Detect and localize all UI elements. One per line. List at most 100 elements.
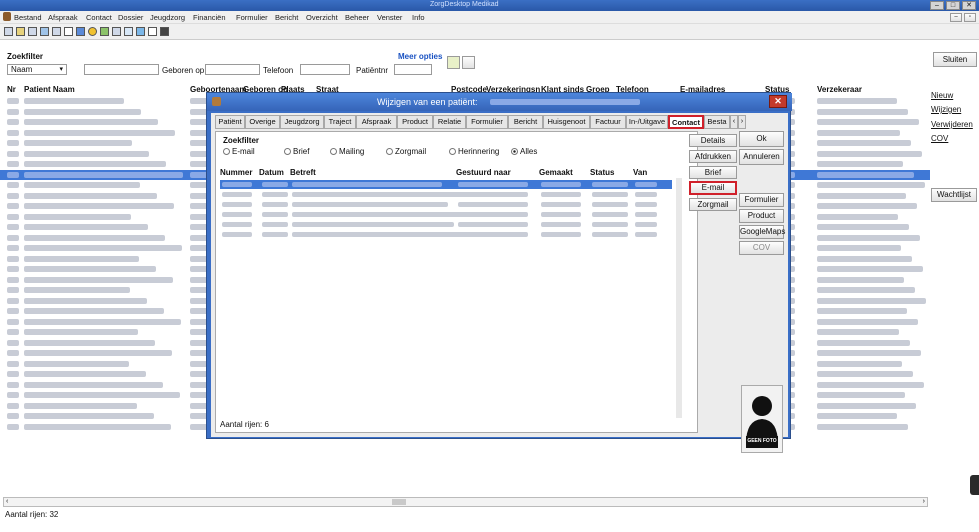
tab-patient[interactable]: Patiënt [215,115,245,129]
contact-row[interactable] [220,180,672,189]
scroll-thumb[interactable] [392,499,406,505]
tab-huisgenoot[interactable]: Huisgenoot [543,115,590,129]
col-status-contact[interactable]: Status [590,168,614,177]
tab-jeugdzorg[interactable]: Jeugdzorg [280,115,324,129]
col-gemaakt[interactable]: Gemaakt [539,168,573,177]
close-button[interactable]: Sluiten [933,52,977,67]
col-datum[interactable]: Datum [259,168,284,177]
menu-venster[interactable]: Venster [377,13,402,22]
tab-in-uitgave[interactable]: In-/Uitgave [626,115,668,129]
cov-dialog-button[interactable]: COV [739,241,784,255]
radio-mailing[interactable]: Mailing [330,147,364,156]
menu-formulier[interactable]: Formulier [236,13,268,22]
col-nummer[interactable]: Nummer [220,168,252,177]
tab-bericht[interactable]: Bericht [508,115,543,129]
blank-icon[interactable] [148,27,157,36]
tab-afspraak[interactable]: Afspraak [356,115,397,129]
new-patient-icon[interactable] [4,27,13,36]
radio-zorgmail[interactable]: Zorgmail [386,147,426,156]
maximize-button[interactable]: □ [946,1,960,10]
search-input[interactable] [84,64,159,75]
details-button[interactable]: Details [689,134,737,147]
googlemaps-button[interactable]: GoogleMaps [739,225,785,239]
horizontal-scrollbar[interactable]: ‹ › [3,497,928,507]
report-icon[interactable] [112,27,121,36]
tab-factuur[interactable]: Factuur [590,115,626,129]
contact-row[interactable] [220,200,672,209]
list-icon[interactable] [40,27,49,36]
tab-overige[interactable]: Overige [245,115,280,129]
menu-bericht[interactable]: Bericht [275,13,298,22]
contact-row[interactable] [220,220,672,229]
scroll-left-icon[interactable]: ‹ [6,498,8,505]
born-input[interactable] [205,64,260,75]
window-icon[interactable] [76,27,85,36]
tab-bestanden[interactable]: Besta [704,115,730,129]
filter-apply-icon[interactable] [447,56,460,69]
close-window-button[interactable]: ✕ [962,1,976,10]
dialog-close-button[interactable]: ✕ [769,95,787,108]
col-betreft[interactable]: Betreft [290,168,316,177]
scroll-right-icon[interactable]: › [923,498,925,505]
waitlist-button[interactable]: Wachtlijst [931,188,977,202]
tab-relatie[interactable]: Relatie [433,115,466,129]
minimize-button[interactable]: – [930,1,944,10]
smiley-icon[interactable] [88,27,97,36]
more-options-link[interactable]: Meer opties [398,52,442,61]
document-icon[interactable] [52,27,61,36]
side-handle[interactable] [970,475,979,495]
cancel-button[interactable]: Annuleren [739,149,784,165]
col-nr[interactable]: Nr [7,85,16,94]
menu-overzicht[interactable]: Overzicht [306,13,338,22]
menu-dossier[interactable]: Dossier [118,13,143,22]
calendar-icon[interactable] [16,27,25,36]
ok-button[interactable]: Ok [739,131,784,147]
patient-nr-input[interactable] [394,64,432,75]
menu-jeugdzorg[interactable]: Jeugdzorg [150,13,185,22]
phone-input[interactable] [300,64,350,75]
new-button[interactable]: Nieuw [931,91,953,100]
mail-icon[interactable] [136,27,145,36]
contact-scrollbar[interactable] [676,178,682,418]
tab-contact[interactable]: Contact [668,115,704,129]
contact-row[interactable] [220,210,672,219]
menu-beheer[interactable]: Beheer [345,13,369,22]
menu-info[interactable]: Info [412,13,425,22]
menu-contact[interactable]: Contact [86,13,112,22]
col-patient-name[interactable]: Patient Naam [24,85,75,94]
edit-button[interactable]: Wijzigen [931,105,961,114]
filter-clear-icon[interactable] [462,56,475,69]
cov-button[interactable]: COV [931,134,948,143]
tab-scroll-left-icon[interactable]: ‹ [730,115,738,129]
radio-email[interactable]: E-mail [223,147,255,156]
tab-formulier[interactable]: Formulier [466,115,508,129]
zorgmail-button[interactable]: Zorgmail [689,198,737,211]
mdi-restore-button[interactable]: ▫ [964,13,976,22]
menu-bestand[interactable]: Bestand [14,13,42,22]
patient-photo[interactable]: GEEN FOTO [741,385,783,453]
page-icon[interactable] [64,27,73,36]
form-button[interactable]: Formulier [739,193,784,207]
contact-row[interactable] [220,230,672,239]
product-button[interactable]: Product [739,209,784,223]
contact-row[interactable] [220,190,672,199]
filter-field-select[interactable]: Naam ▾ [7,64,67,75]
col-gestuurd-naar[interactable]: Gestuurd naar [456,168,511,177]
table-icon[interactable] [124,27,133,36]
grid-icon[interactable] [28,27,37,36]
tab-product[interactable]: Product [397,115,433,129]
menu-afspraak[interactable]: Afspraak [48,13,78,22]
email-button[interactable]: E-mail [689,181,737,195]
menu-financien[interactable]: Financiën [193,13,226,22]
radio-alles[interactable]: Alles [511,147,537,156]
tab-traject[interactable]: Traject [324,115,356,129]
delete-button[interactable]: Verwijderen [931,120,973,129]
radio-brief[interactable]: Brief [284,147,309,156]
brief-button[interactable]: Brief [689,166,737,179]
chart-icon[interactable] [100,27,109,36]
mdi-minimize-button[interactable]: – [950,13,962,22]
exit-icon[interactable] [160,27,169,36]
print-button[interactable]: Afdrukken [689,150,737,163]
radio-herinnering[interactable]: Herinnering [449,147,499,156]
tab-scroll-right-icon[interactable]: › [738,115,746,129]
